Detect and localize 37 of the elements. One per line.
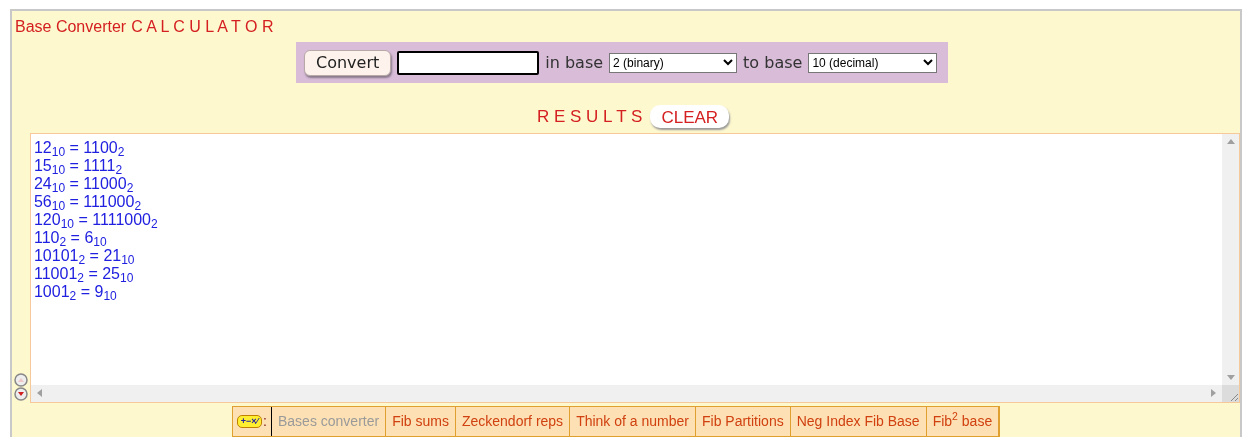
app-title: Base Converter [15,17,127,37]
in-base-label: in base [545,51,604,74]
convert-button[interactable]: Convert [304,49,392,76]
colon-text: : [263,411,267,431]
resize-grip-icon[interactable] [1229,391,1239,402]
nav-tab[interactable]: Fib$^{2}$ base [926,406,1000,436]
nav-tab[interactable]: Bases converter [272,406,387,436]
nav-tab[interactable]: Fib sums [386,406,456,436]
to-base-label: to base [743,51,803,74]
to-base-select[interactable]: 10 (decimal) [808,52,938,73]
arithmetic-badge: +−×⁄ [236,414,263,428]
scroll-up-icon[interactable] [14,372,28,387]
result-line: 56$_{10}$ = 111000$_{2}$ [33,192,143,211]
result-line: 120$_{10}$ = 1111000$_{2}$ [33,210,159,229]
number-input[interactable] [397,50,540,75]
scroll-left-arrow-icon[interactable] [36,389,42,398]
clear-button[interactable]: CLEAR [650,105,730,129]
nav-tab[interactable]: Zeckendorf reps [455,406,571,436]
result-line: 10101$_{2}$ = 21$_{10}$ [33,246,136,265]
app-subtitle: C A L C U L A T O R [131,17,274,37]
scroll-right-arrow-icon[interactable] [1211,389,1216,398]
result-line: 15$_{10}$ = 1111$_{2}$ [33,156,124,175]
results-heading: R E S U L T S [536,106,643,129]
result-line: 11001$_{2}$ = 25$_{10}$ [33,264,135,283]
scroll-down-icon[interactable] [14,386,28,401]
result-line: 24$_{10}$ = 11000$_{2}$ [33,174,135,193]
scroll-up-arrow-icon[interactable] [1226,138,1235,144]
nav-tab[interactable]: Fib Partitions [695,406,791,436]
result-line: 12$_{10}$ = 1100$_{2}$ [33,138,126,157]
nav-tab[interactable]: Think of a number [570,406,696,436]
scroll-down-arrow-icon[interactable] [1226,374,1235,380]
from-base-select[interactable]: 2 (binary) [609,52,738,73]
result-line: 1001$_{2}$ = 9$_{10}$ [33,282,118,301]
caret-icon [923,59,934,67]
caret-icon [723,59,734,67]
nav-tab[interactable]: Neg Index Fib Base [790,406,927,436]
result-line: 110$_{2}$ = 6$_{10}$ [33,228,108,247]
